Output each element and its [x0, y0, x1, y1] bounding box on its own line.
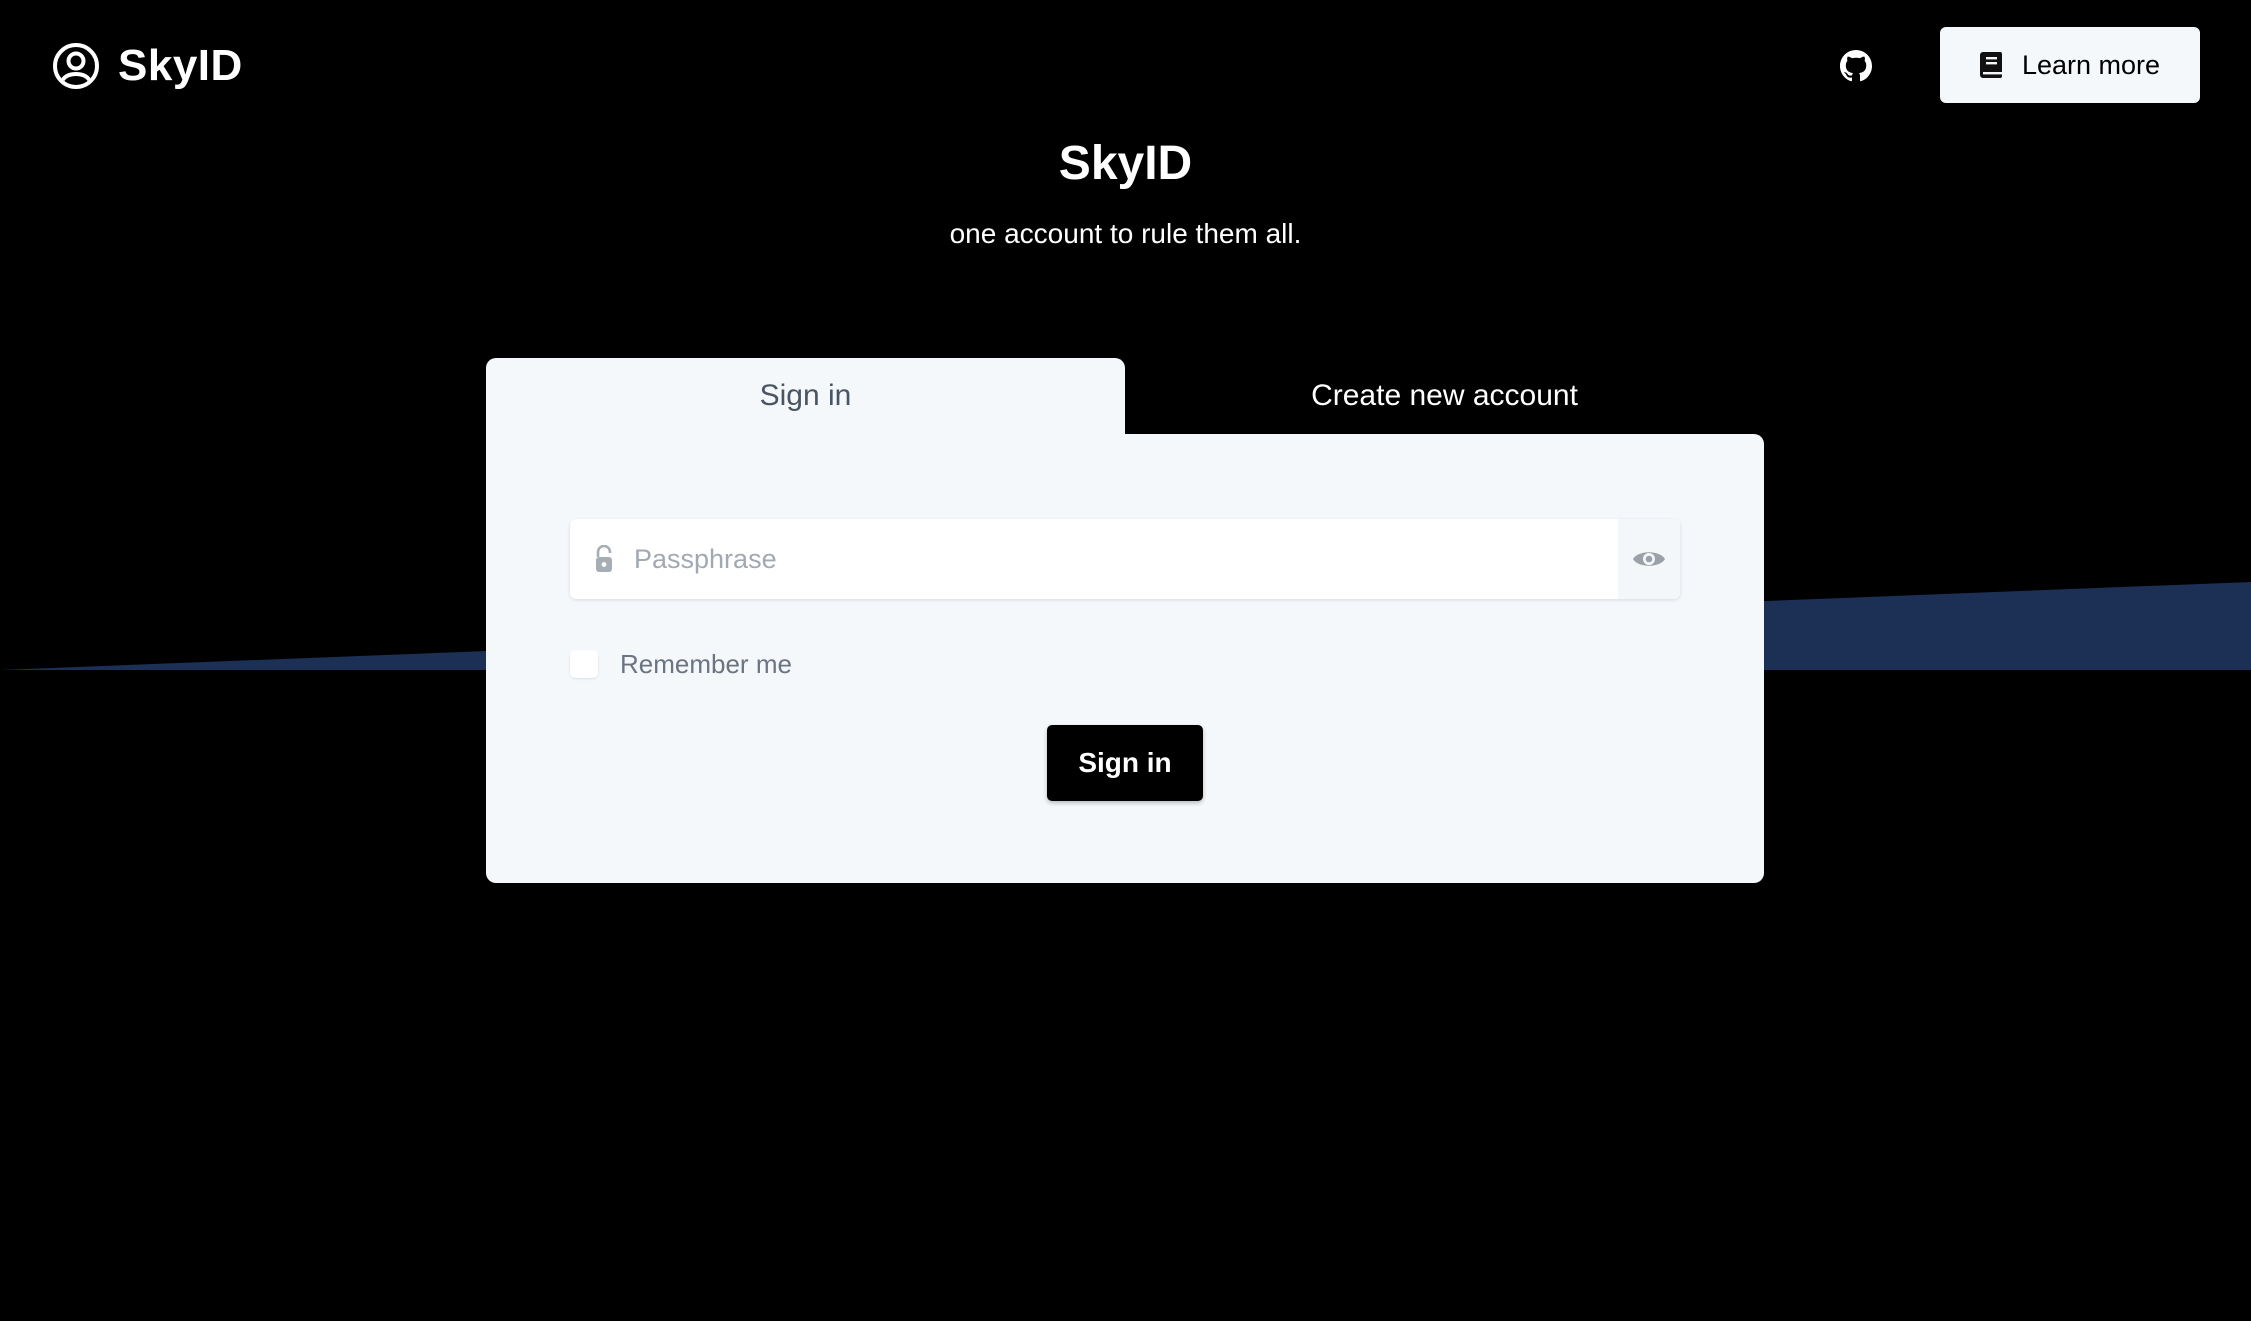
toggle-visibility-button[interactable]: [1618, 519, 1680, 599]
learn-more-button[interactable]: Learn more: [1940, 27, 2200, 103]
passphrase-input[interactable]: [634, 519, 1594, 599]
remember-me-checkbox[interactable]: [570, 650, 598, 678]
tab-create-account-label: Create new account: [1311, 379, 1578, 412]
tab-sign-in-label: Sign in: [759, 379, 852, 412]
unlock-icon: [596, 545, 612, 572]
sign-in-card: Remember me Sign in: [486, 434, 1764, 883]
page-title: SkyID: [1058, 137, 1193, 190]
brand-logo[interactable]: SkyID: [52, 38, 243, 94]
sign-in-button[interactable]: Sign in: [1047, 725, 1203, 801]
tab-sign-in[interactable]: Sign in: [486, 358, 1125, 434]
user-circle-icon: [53, 43, 99, 89]
tab-create-account[interactable]: Create new account: [1125, 358, 1764, 434]
page-subtitle: one account to rule them all.: [949, 218, 1302, 249]
remember-me-label: Remember me: [620, 648, 792, 679]
auth-tabs: Sign in Create new account: [486, 358, 1764, 434]
passphrase-field: [570, 519, 1680, 599]
eye-icon: [1633, 552, 1665, 566]
learn-more-label: Learn more: [2021, 49, 2161, 80]
remember-me-row: Remember me: [570, 647, 792, 681]
github-icon[interactable]: [1840, 50, 1872, 82]
book-icon: [1979, 52, 2002, 78]
brand-name: SkyID: [118, 41, 243, 90]
